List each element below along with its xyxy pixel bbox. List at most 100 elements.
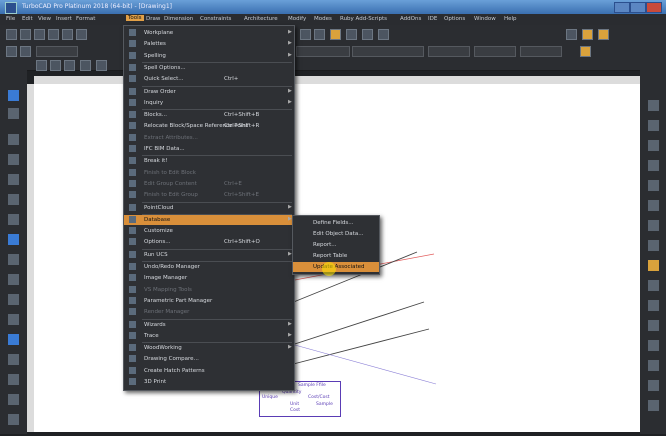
tools-menu-item[interactable]: Relocate Block/Space Reference Point Ctrl… bbox=[124, 121, 294, 131]
workplane-icon[interactable] bbox=[96, 60, 107, 71]
snap-center-icon[interactable] bbox=[648, 160, 659, 171]
menu-ruby[interactable]: Ruby Add-Scripts bbox=[340, 16, 387, 22]
tools-menu-item[interactable]: Palettes ▶ bbox=[124, 39, 294, 49]
measure-tool-icon[interactable] bbox=[8, 414, 19, 425]
point-tool-icon[interactable] bbox=[8, 134, 19, 145]
tools-menu-item[interactable]: Spell Options... bbox=[124, 63, 294, 73]
pan-icon[interactable] bbox=[50, 60, 61, 71]
select-arrow-icon[interactable] bbox=[566, 29, 577, 40]
tools-menu-item[interactable]: Trace ▶ bbox=[124, 331, 294, 341]
menu-addons[interactable]: AddOns bbox=[400, 16, 421, 22]
snap-middle-icon[interactable] bbox=[648, 140, 659, 151]
snap-arc-icon[interactable] bbox=[648, 180, 659, 191]
menu-constraints[interactable]: Constraints bbox=[200, 16, 231, 22]
properties-icon[interactable] bbox=[580, 46, 591, 57]
menu-edit[interactable]: Edit bbox=[22, 16, 33, 22]
menu-window[interactable]: Window bbox=[474, 16, 496, 22]
rectangle-tool-icon[interactable] bbox=[8, 234, 19, 245]
menu-ide[interactable]: IDE bbox=[428, 16, 437, 22]
hatch-tool-icon[interactable] bbox=[8, 314, 19, 325]
save-icon[interactable] bbox=[34, 29, 45, 40]
menu-help[interactable]: Help bbox=[504, 16, 517, 22]
modify-tool-icon[interactable] bbox=[8, 374, 19, 385]
menu-insert[interactable]: Insert bbox=[56, 16, 72, 22]
menu-modes[interactable]: Modes bbox=[314, 16, 332, 22]
close-button[interactable] bbox=[646, 2, 662, 13]
render-icon[interactable] bbox=[80, 60, 91, 71]
snap-quadrant-icon[interactable] bbox=[648, 260, 659, 271]
snap-intersection-icon[interactable] bbox=[648, 240, 659, 251]
pattern-dropdown[interactable] bbox=[520, 46, 562, 57]
open-folder-icon[interactable] bbox=[20, 29, 31, 40]
tools-menu-item[interactable]: Image Manager bbox=[124, 273, 294, 283]
tools-menu-item[interactable]: 3D Print bbox=[124, 377, 294, 387]
cut-icon[interactable] bbox=[76, 29, 87, 40]
dimension-tool-icon[interactable] bbox=[8, 294, 19, 305]
database-submenu-item[interactable]: Update Associated bbox=[293, 262, 379, 272]
snap-grid-icon[interactable] bbox=[648, 100, 659, 111]
snap-icon[interactable] bbox=[300, 29, 311, 40]
menu-draw[interactable]: Draw bbox=[146, 16, 160, 22]
tools-menu-item[interactable]: Blocks... Ctrl+Shift+B bbox=[124, 110, 294, 120]
visibility-icon[interactable] bbox=[6, 46, 17, 57]
snap-grid2-icon[interactable] bbox=[648, 360, 659, 371]
layer-icon[interactable] bbox=[314, 29, 325, 40]
tools-menu-item[interactable]: Workplane ▶ bbox=[124, 28, 294, 38]
tools-menu-item[interactable]: Break it! bbox=[124, 156, 294, 166]
line-tool-icon[interactable] bbox=[8, 154, 19, 165]
tools-menu-item[interactable]: Spelling ▶ bbox=[124, 51, 294, 61]
tools-menu-item[interactable]: Database ▶ bbox=[124, 214, 294, 225]
print-preview-icon[interactable] bbox=[62, 29, 73, 40]
block-tool-icon[interactable] bbox=[8, 334, 19, 345]
circle-tool-icon[interactable] bbox=[8, 214, 19, 225]
tools-menu-item[interactable]: Drawing Compare... bbox=[124, 354, 294, 364]
select-tool-icon[interactable] bbox=[8, 90, 19, 101]
tools-menu-item[interactable]: Customize bbox=[124, 226, 294, 236]
snap-grid3-icon[interactable] bbox=[648, 380, 659, 391]
line-width-dropdown[interactable] bbox=[428, 46, 470, 57]
tools-menu-item[interactable]: Inquiry ▶ bbox=[124, 98, 294, 108]
database-submenu-item[interactable]: Define Fields... bbox=[293, 218, 379, 228]
database-submenu-item[interactable]: Report Table bbox=[293, 251, 379, 261]
tools-menu-item[interactable]: Parametric Part Manager bbox=[124, 296, 294, 306]
layer-dropdown[interactable] bbox=[36, 46, 78, 57]
menu-tools[interactable]: Tools bbox=[126, 15, 144, 21]
brush-icon[interactable] bbox=[362, 29, 373, 40]
minimize-button[interactable] bbox=[614, 2, 630, 13]
menu-format[interactable]: Format bbox=[76, 16, 95, 22]
snap-grid4-icon[interactable] bbox=[648, 400, 659, 411]
tools-menu-item[interactable]: PointCloud ▶ bbox=[124, 203, 294, 213]
pattern-icon[interactable] bbox=[378, 29, 389, 40]
tools-menu-item[interactable]: Run UCS ▶ bbox=[124, 250, 294, 260]
edit-tool-icon[interactable] bbox=[8, 108, 19, 119]
pen-icon[interactable] bbox=[346, 29, 357, 40]
tools-menu-item[interactable]: WoodWorking ▶ bbox=[124, 343, 294, 353]
snap-percent-icon[interactable] bbox=[648, 340, 659, 351]
menu-view[interactable]: View bbox=[38, 16, 51, 22]
database-submenu-item[interactable]: Report... bbox=[293, 240, 379, 250]
zoom-icon[interactable] bbox=[36, 60, 47, 71]
print-icon[interactable] bbox=[48, 29, 59, 40]
transform-tool-icon[interactable] bbox=[8, 394, 19, 405]
line-style-dropdown[interactable] bbox=[352, 46, 424, 57]
snap-vertex-icon[interactable] bbox=[648, 120, 659, 131]
tools-menu-item[interactable]: Quick Select... Ctrl+ bbox=[124, 74, 294, 84]
menu-architecture[interactable]: Architecture bbox=[244, 16, 278, 22]
symbol-tool-icon[interactable] bbox=[8, 354, 19, 365]
color-icon[interactable] bbox=[330, 29, 341, 40]
new-file-icon[interactable] bbox=[6, 29, 17, 40]
database-submenu-item[interactable]: Edit Object Data... bbox=[293, 229, 379, 239]
highlight-icon[interactable] bbox=[582, 29, 593, 40]
tools-menu-item[interactable]: Undo/Redo Manager bbox=[124, 262, 294, 272]
view-icon[interactable] bbox=[64, 60, 75, 71]
menu-modify[interactable]: Modify bbox=[288, 16, 306, 22]
menu-dimension[interactable]: Dimension bbox=[164, 16, 193, 22]
snap-tangent-icon[interactable] bbox=[648, 200, 659, 211]
maximize-button[interactable] bbox=[630, 2, 646, 13]
pen-color-dropdown[interactable] bbox=[296, 46, 350, 57]
tools-menu-item[interactable]: Draw Order ▶ bbox=[124, 87, 294, 97]
brush-dropdown[interactable] bbox=[474, 46, 516, 57]
text-tool-icon[interactable] bbox=[8, 274, 19, 285]
snap-perpendicular-icon[interactable] bbox=[648, 220, 659, 231]
snap-distance-icon[interactable] bbox=[648, 320, 659, 331]
